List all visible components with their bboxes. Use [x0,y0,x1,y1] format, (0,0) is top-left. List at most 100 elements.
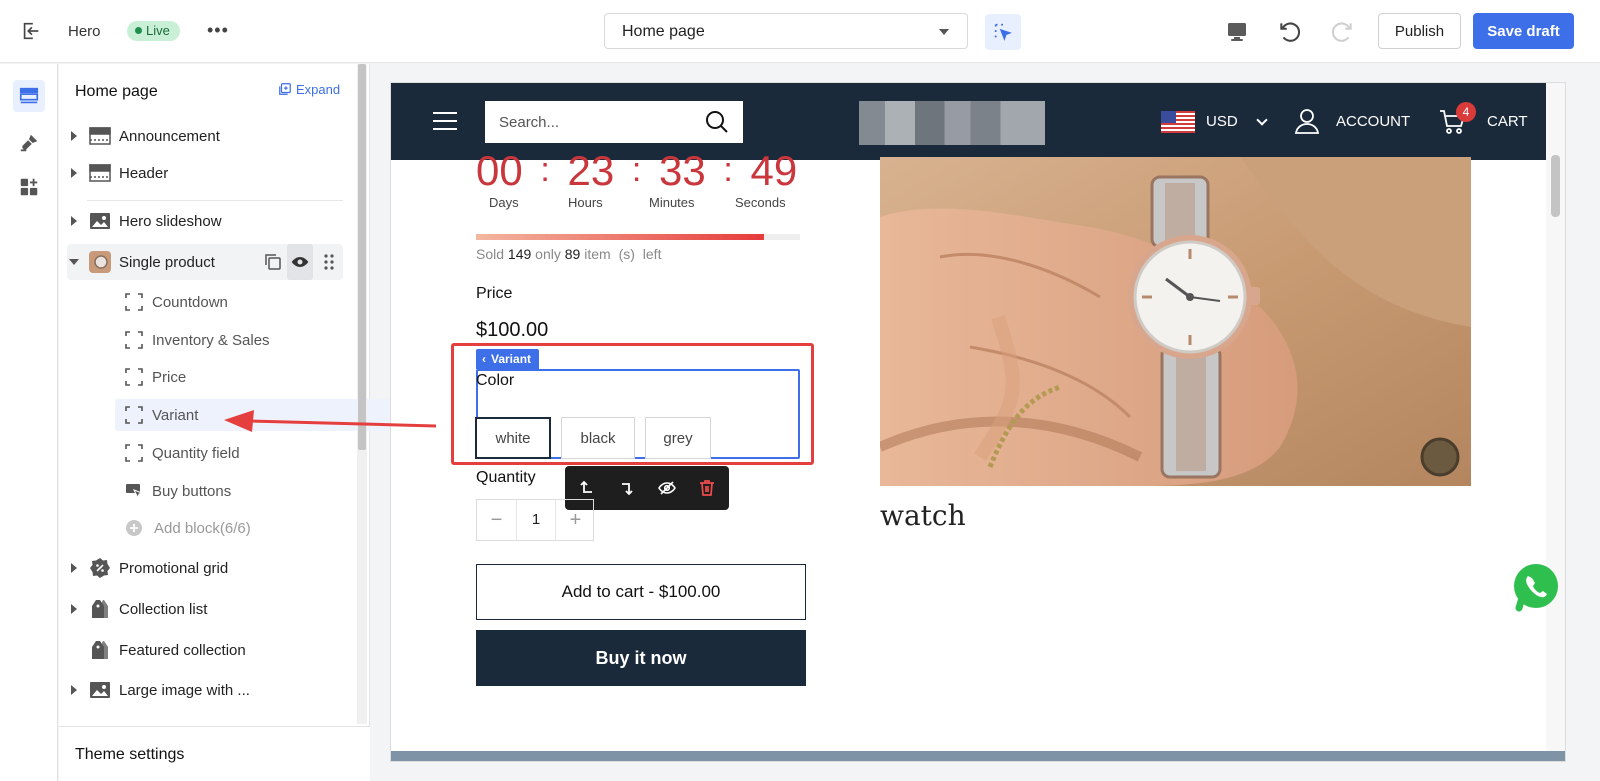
live-badge: Live [127,21,180,41]
expand-icon [279,83,291,95]
variant-tag-label: Variant [491,352,532,366]
page-select[interactable]: Home page [604,13,968,49]
drag-handle-icon[interactable] [317,250,341,274]
rail-apps-button[interactable] [13,171,45,203]
save-draft-button[interactable]: Save draft [1473,13,1574,49]
preview-canvas: Search... USD ACCOUNT 4 CART 00 : 23 : 3… [391,83,1565,761]
live-label: Live [146,23,170,38]
rail-theme-style-button[interactable] [13,127,45,159]
product-thumb [89,251,111,273]
sidebar-item-announcement[interactable]: Announcement [67,118,343,154]
desktop-icon[interactable] [1225,20,1249,44]
quantity-value[interactable]: 1 [516,500,556,540]
hide-eye-icon[interactable] [658,479,676,497]
swatch-white[interactable]: white [475,417,551,459]
undo-icon[interactable] [1277,19,1303,45]
scrollbar-thumb[interactable] [358,64,366,450]
variant-block-tag[interactable]: ‹ Variant [476,349,540,369]
page-select-value: Home page [622,23,705,40]
sidebar-item-label: Featured collection [119,642,246,659]
paint-brush-icon [20,134,38,152]
annotation-arrow [224,410,436,432]
expand-button[interactable]: Expand [278,82,340,97]
chevron-down-icon[interactable] [1256,114,1268,126]
swatch-grey[interactable]: grey [645,417,711,459]
account-link[interactable]: ACCOUNT [1336,113,1410,130]
rail-sections-button[interactable] [13,80,45,112]
buy-button-icon [126,484,143,500]
tag-icon [92,600,108,618]
increase-quantity-button[interactable]: + [556,500,595,540]
us-flag-icon[interactable] [1161,111,1195,133]
exit-icon[interactable] [20,20,42,42]
image-icon [90,682,110,698]
sold-word: Sold [476,246,505,262]
sidebar-item-single-product[interactable]: Single product [67,244,343,280]
sidebar-item-promotional-grid[interactable]: Promotional grid [67,550,343,586]
decrease-quantity-button[interactable]: − [477,500,516,540]
sidebar-title: Home page [75,83,158,100]
visibility-toggle[interactable] [287,244,313,280]
apps-add-icon [20,178,38,196]
store-search-bar[interactable]: Search... [485,101,743,143]
product-image[interactable] [880,157,1471,486]
add-to-cart-button[interactable]: Add to cart - $100.00 [476,564,806,620]
live-dot-icon [135,27,142,34]
search-icon[interactable] [705,110,729,134]
sidebar-item-label: Single product [119,254,215,271]
chevron-right-icon[interactable] [71,685,77,695]
hamburger-menu-icon[interactable] [433,112,457,130]
chevron-right-icon[interactable] [71,168,77,178]
redo-icon[interactable] [1329,19,1355,45]
chevron-right-icon[interactable] [71,604,77,614]
image-icon [90,213,110,229]
chevron-right-icon[interactable] [71,563,77,573]
more-icon[interactable]: ••• [207,20,229,41]
block-label: Buy buttons [152,483,232,500]
product-title: watch [880,499,966,532]
currency-selector[interactable]: USD [1206,113,1238,130]
left-word: left [642,246,662,262]
inspect-button[interactable] [985,14,1021,50]
only-word: only [535,246,561,262]
move-down-icon[interactable] [618,479,636,497]
plus-circle-icon [126,520,142,536]
theme-settings-item[interactable]: Theme settings [59,726,370,781]
move-up-icon[interactable] [578,479,596,497]
store-logo-blurred[interactable] [859,101,1045,145]
sidebar-item-large-image[interactable]: Large image with ... [67,672,343,708]
swatch-black[interactable]: black [561,417,635,459]
chevron-down-icon[interactable] [69,259,79,265]
sidebar-item-featured-collection[interactable]: Featured collection [67,632,343,668]
sidebar-item-header[interactable]: Header [67,155,343,191]
countdown-minutes: 33 [659,147,706,194]
sidebar-scrollbar[interactable] [357,64,367,724]
sections-icon [19,87,39,104]
cart-link[interactable]: CART [1487,113,1528,130]
publish-button[interactable]: Publish [1378,13,1461,49]
quantity-stepper: − 1 + [476,499,594,541]
buy-now-button[interactable]: Buy it now [476,630,806,686]
countdown-seconds: 49 [750,147,798,194]
countdown-label-seconds: Seconds [735,195,786,210]
block-label: Countdown [152,294,228,311]
scrollbar-thumb[interactable] [1551,155,1560,217]
countdown-days: 00 [476,147,523,194]
delete-trash-icon[interactable] [698,479,716,497]
duplicate-icon[interactable] [261,250,285,274]
block-icon [125,368,143,386]
whatsapp-icon[interactable] [1511,562,1561,612]
price-label: Price [476,285,513,302]
block-icon [125,293,143,311]
sidebar-item-collection-list[interactable]: Collection list [67,591,343,627]
chevron-right-icon[interactable] [71,216,77,226]
cart-count-badge: 4 [1456,102,1476,122]
chevron-right-icon[interactable] [71,131,77,141]
layout-icon [89,127,111,145]
account-icon[interactable] [1293,107,1321,135]
sidebar-item-hero-slideshow[interactable]: Hero slideshow [67,203,343,239]
layout-icon [89,164,111,182]
preview-scrollbar[interactable] [1546,83,1565,761]
percent-badge-icon [90,558,110,578]
eye-icon [291,257,309,267]
